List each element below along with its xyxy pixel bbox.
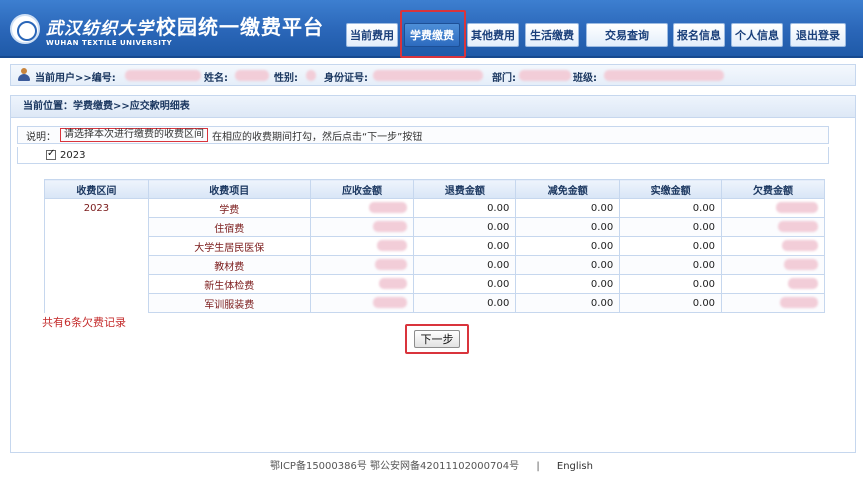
logo: 武汉纺织大学 校园统一缴费平台 WUHAN TEXTILE UNIVERSITY — [10, 6, 324, 52]
paid-cell: 0.00 — [619, 217, 723, 237]
nav-other-fees[interactable]: 其他费用 — [467, 23, 519, 47]
redacted-amount — [377, 240, 408, 252]
platform-title: 校园统一缴费平台 — [156, 15, 324, 39]
nav-logout[interactable]: 退出登录 — [790, 23, 846, 47]
paid-cell: 0.00 — [619, 198, 723, 218]
redacted-amount — [776, 202, 818, 214]
notice-rest: 在相应的收费期间打勾，然后点击“下一步”按钮 — [212, 131, 423, 143]
main-panel: 当前位置：学费缴费>>应交款明细表 说明： 请选择本次进行缴费的收费区间 在相应… — [10, 95, 856, 453]
next-step-button[interactable]: 下一步 — [414, 330, 460, 348]
refund-cell: 0.00 — [413, 198, 517, 218]
table-row: 住宿费 0.00 0.00 0.00 — [45, 217, 825, 237]
period-checkbox-label[interactable]: 2023 — [60, 150, 85, 161]
reduction-cell: 0.00 — [515, 274, 621, 294]
refund-cell: 0.00 — [413, 274, 517, 294]
redacted-amount — [784, 259, 818, 271]
nav-living-payment[interactable]: 生活缴费 — [525, 23, 579, 47]
refund-cell: 0.00 — [413, 217, 517, 237]
instruction-notice: 说明： 请选择本次进行缴费的收费区间 在相应的收费期间打勾，然后点击“下一步”按… — [17, 126, 829, 144]
gender-label: 性别: — [274, 73, 298, 84]
university-name-en: WUHAN TEXTILE UNIVERSITY — [46, 39, 173, 47]
redacted-amount — [780, 297, 818, 309]
footer: 鄂ICP备15000386号 鄂公安网备42011102000704号 | En… — [0, 456, 863, 478]
item-cell: 军训服装费 — [147, 293, 311, 313]
notice-prefix: 说明： — [26, 131, 56, 143]
icp-record: 鄂ICP备15000386号 鄂公安网备42011102000704号 — [270, 461, 520, 472]
redacted-amount — [782, 240, 818, 252]
notice-highlight: 请选择本次进行缴费的收费区间 — [60, 128, 208, 142]
table-row: 大学生居民医保 0.00 0.00 0.00 — [45, 236, 825, 256]
col-period: 收费区间 — [44, 179, 149, 199]
item-cell: 大学生居民医保 — [147, 236, 311, 256]
col-item: 收费项目 — [147, 179, 311, 199]
university-name-cn: 武汉纺织大学 — [46, 19, 154, 39]
nav-personal-info[interactable]: 个人信息 — [731, 23, 783, 47]
university-seal-icon — [10, 14, 40, 44]
col-receivable: 应收金额 — [309, 179, 415, 199]
paid-cell: 0.00 — [619, 274, 723, 294]
table-row: 教材费 0.00 0.00 0.00 — [45, 255, 825, 275]
paid-cell: 0.00 — [619, 255, 723, 275]
redacted-id — [125, 70, 201, 81]
nav-current-fees[interactable]: 当前费用 — [346, 23, 398, 47]
user-icon — [17, 68, 31, 82]
period-checkbox[interactable] — [46, 148, 56, 160]
paid-cell: 0.00 — [619, 236, 723, 256]
redacted-amount — [379, 278, 408, 290]
reduction-cell: 0.00 — [515, 198, 621, 218]
id-card-label: 身份证号: — [324, 73, 368, 84]
refund-cell: 0.00 — [413, 236, 517, 256]
department-label: 部门: — [492, 73, 516, 84]
redacted-gender — [306, 70, 316, 81]
refund-cell: 0.00 — [413, 255, 517, 275]
item-cell: 新生体检费 — [147, 274, 311, 294]
item-cell: 住宿费 — [147, 217, 311, 237]
redacted-amount — [373, 297, 408, 309]
redacted-id-card — [373, 70, 483, 81]
reduction-cell: 0.00 — [515, 293, 621, 313]
fee-detail-table: 收费区间 收费项目 应收金额 退费金额 减免金额 实缴金额 欠费金额 2023 … — [44, 179, 825, 313]
col-arrears: 欠费金额 — [721, 179, 825, 199]
period-cell: 2023 — [44, 198, 149, 313]
item-cell: 学费 — [147, 198, 311, 218]
table-row: 2023 学费 0.00 0.00 0.00 — [44, 198, 825, 313]
footer-separator: | — [536, 461, 540, 472]
redacted-class — [604, 70, 724, 81]
table-row: 新生体检费 0.00 0.00 0.00 — [45, 274, 825, 294]
reduction-cell: 0.00 — [515, 255, 621, 275]
col-paid: 实缴金额 — [619, 179, 723, 199]
col-refund: 退费金额 — [413, 179, 517, 199]
arrears-summary: 共有6条欠费记录 — [42, 316, 126, 329]
current-user-label: 当前用户>>编号: — [35, 73, 116, 84]
user-info-bar: 当前用户>>编号: 姓名: 性别: 身份证号: 部门: 班级: — [10, 64, 856, 86]
name-label: 姓名: — [204, 73, 228, 84]
redacted-amount — [375, 259, 408, 271]
nav-registration-info[interactable]: 报名信息 — [673, 23, 725, 47]
redacted-department — [519, 70, 571, 81]
table-header-row: 收费区间 收费项目 应收金额 退费金额 减免金额 实缴金额 欠费金额 — [44, 179, 825, 199]
redacted-amount — [788, 278, 818, 290]
refund-cell: 0.00 — [413, 293, 517, 313]
reduction-cell: 0.00 — [515, 217, 621, 237]
redacted-amount — [778, 221, 818, 233]
language-switch-link[interactable]: English — [557, 461, 593, 472]
period-selector-row: 2023 — [17, 147, 829, 164]
paid-cell: 0.00 — [619, 293, 723, 313]
nav-tuition-payment[interactable]: 学费缴费 — [404, 23, 460, 47]
redacted-amount — [369, 202, 408, 214]
class-label: 班级: — [573, 73, 597, 84]
redacted-amount — [373, 221, 408, 233]
redacted-name — [235, 70, 269, 81]
app-header: 武汉纺织大学 校园统一缴费平台 WUHAN TEXTILE UNIVERSITY… — [0, 0, 863, 58]
reduction-cell: 0.00 — [515, 236, 621, 256]
breadcrumb: 当前位置：学费缴费>>应交款明细表 — [11, 96, 855, 118]
col-reduction: 减免金额 — [515, 179, 621, 199]
table-row: 军训服装费 0.00 0.00 0.00 — [45, 293, 825, 313]
nav-transaction-query[interactable]: 交易查询 — [586, 23, 668, 47]
item-cell: 教材费 — [147, 255, 311, 275]
